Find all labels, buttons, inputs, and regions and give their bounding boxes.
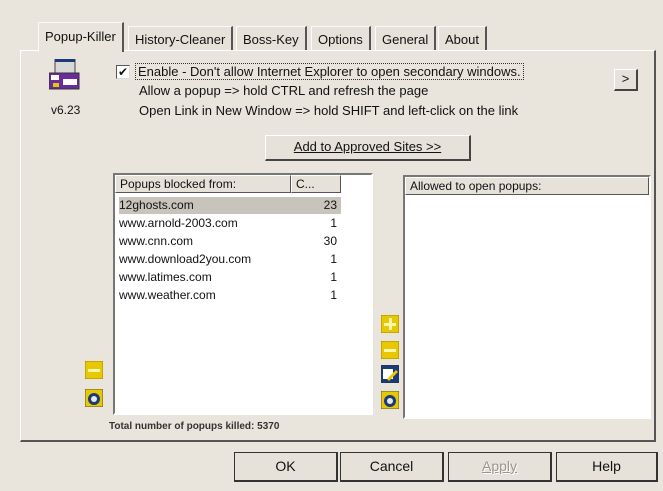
table-row[interactable]: 12ghosts.com 23 [119, 197, 341, 214]
row-site: www.latimes.com [119, 270, 212, 284]
row-site: 12ghosts.com [119, 198, 194, 212]
popup-killer-app-icon [49, 59, 80, 90]
total-popups-killed: Total number of popups killed: 5370 [109, 421, 280, 432]
table-row[interactable]: www.cnn.com 30 [119, 233, 341, 250]
row-site: www.cnn.com [119, 234, 194, 248]
tab-about[interactable]: About [438, 26, 487, 52]
allowed-list[interactable]: Allowed to open popups: [403, 175, 651, 419]
row-count: 30 [323, 234, 337, 248]
add-approved-button[interactable]: Add to Approved Sites >> [265, 135, 471, 161]
row-site: www.weather.com [119, 288, 216, 302]
row-count: 23 [323, 198, 337, 212]
allowed-header[interactable]: Allowed to open popups: [405, 177, 649, 195]
table-row[interactable]: www.download2you.com 1 [119, 251, 341, 268]
ok-button[interactable]: OK [234, 452, 338, 482]
version-label: v6.23 [51, 103, 81, 117]
add-allowed-icon[interactable] [381, 315, 399, 333]
enable-checkbox[interactable]: ✔ [116, 65, 130, 79]
help-button[interactable]: Help [556, 452, 658, 482]
allow-web-icon[interactable] [381, 391, 399, 409]
blocked-header-site[interactable]: Popups blocked from: [115, 175, 291, 193]
row-count: 1 [330, 288, 337, 302]
edit-allowed-icon[interactable] [381, 365, 399, 383]
tab-general[interactable]: General [375, 26, 437, 52]
popup-killer-dialog: Popup-Killer History-Cleaner Boss-Key Op… [0, 0, 663, 491]
enable-label[interactable]: Enable - Don't allow Internet Explorer t… [135, 63, 524, 80]
more-button[interactable]: > [614, 69, 638, 91]
cancel-button[interactable]: Cancel [340, 452, 444, 482]
tab-options[interactable]: Options [311, 26, 371, 52]
table-row[interactable]: www.latimes.com 1 [119, 269, 341, 286]
block-web-icon[interactable] [85, 389, 103, 407]
remove-blocked-icon[interactable] [85, 361, 103, 379]
row-site: www.arnold-2003.com [119, 216, 238, 230]
row-count: 1 [330, 270, 337, 284]
tab-boss-key[interactable]: Boss-Key [236, 26, 307, 52]
table-row[interactable]: www.arnold-2003.com 1 [119, 215, 341, 232]
info-line-ctrl: Allow a popup => hold CTRL and refresh t… [139, 83, 429, 98]
blocked-list[interactable]: Popups blocked from: C... 12ghosts.com 2… [113, 173, 373, 415]
row-count: 1 [330, 216, 337, 230]
row-count: 1 [330, 252, 337, 266]
popup-killer-panel: v6.23 ✔ Enable - Don't allow Internet Ex… [20, 50, 656, 442]
apply-label: Apply [481, 458, 518, 474]
table-row[interactable]: www.weather.com 1 [119, 287, 341, 304]
remove-allowed-icon[interactable] [381, 341, 399, 359]
row-site: www.download2you.com [119, 252, 252, 266]
info-line-shift: Open Link in New Window => hold SHIFT an… [139, 103, 519, 118]
apply-button[interactable]: Apply [448, 452, 552, 482]
blocked-header-count[interactable]: C... [291, 175, 341, 193]
tab-history-cleaner[interactable]: History-Cleaner [128, 26, 234, 52]
tab-popup-killer[interactable]: Popup-Killer [38, 22, 124, 52]
add-approved-label: Add to Approved Sites >> [293, 139, 442, 154]
